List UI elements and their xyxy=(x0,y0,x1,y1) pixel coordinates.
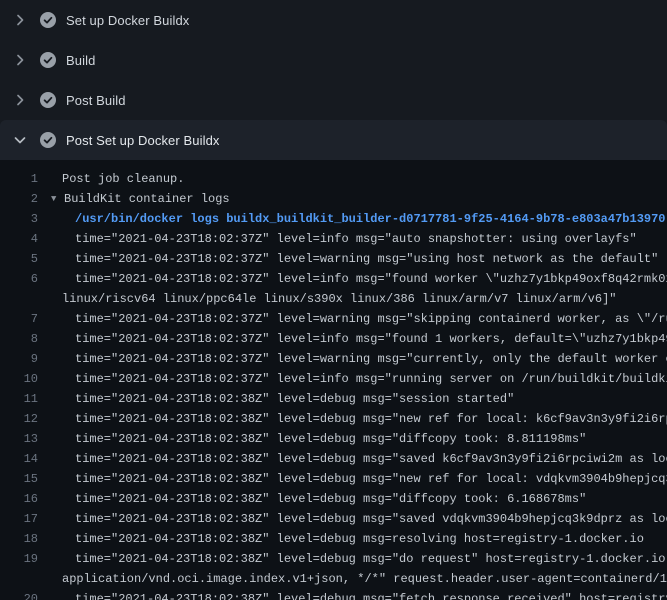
log-row: 14time="2021-04-23T18:02:38Z" level=debu… xyxy=(0,449,667,469)
chevron-down-icon[interactable] xyxy=(12,132,28,148)
log-row: 7time="2021-04-23T18:02:37Z" level=warni… xyxy=(0,309,667,329)
log-row: 4time="2021-04-23T18:02:37Z" level=info … xyxy=(0,229,667,249)
log-row: 19time="2021-04-23T18:02:38Z" level=debu… xyxy=(0,549,667,569)
step-label: Post Set up Docker Buildx xyxy=(66,133,220,148)
line-number[interactable]: 6 xyxy=(0,269,38,289)
line-number[interactable]: 8 xyxy=(0,329,38,349)
log-row: 18time="2021-04-23T18:02:38Z" level=debu… xyxy=(0,529,667,549)
log-row: 9time="2021-04-23T18:02:37Z" level=warni… xyxy=(0,349,667,369)
line-number[interactable]: 3 xyxy=(0,209,38,229)
line-number[interactable]: 2 xyxy=(0,189,38,209)
chevron-right-icon[interactable] xyxy=(12,52,28,68)
step-label: Set up Docker Buildx xyxy=(66,13,189,28)
log-row: 8time="2021-04-23T18:02:37Z" level=info … xyxy=(0,329,667,349)
log-row: 3/usr/bin/docker logs buildx_buildkit_bu… xyxy=(0,209,667,229)
step-row-post-set-up-docker-buildx[interactable]: Post Set up Docker Buildx xyxy=(0,120,667,160)
log-text: application/vnd.oci.image.index.v1+json,… xyxy=(38,569,667,589)
group-toggle-icon[interactable]: ▼ xyxy=(51,189,60,209)
log-text: time="2021-04-23T18:02:38Z" level=debug … xyxy=(38,509,667,529)
line-number[interactable]: 4 xyxy=(0,229,38,249)
line-number[interactable]: 1 xyxy=(0,169,38,189)
line-number[interactable]: 15 xyxy=(0,469,38,489)
log-panel: 1Post job cleanup.2 ▼ BuildKit container l… xyxy=(0,160,667,600)
step-list: Set up Docker Buildx Build Post Build Post … xyxy=(0,0,667,160)
line-number[interactable]: 5 xyxy=(0,249,38,269)
log-text: time="2021-04-23T18:02:38Z" level=debug … xyxy=(38,389,514,409)
step-row-build[interactable]: Build xyxy=(0,40,667,80)
log-text: time="2021-04-23T18:02:38Z" level=debug … xyxy=(38,529,644,549)
log-text: time="2021-04-23T18:02:38Z" level=debug … xyxy=(38,409,667,429)
line-number[interactable]: 17 xyxy=(0,509,38,529)
log-row: 1Post job cleanup. xyxy=(0,169,667,189)
check-circle-icon xyxy=(40,92,56,108)
line-number xyxy=(0,569,38,589)
log-text: time="2021-04-23T18:02:37Z" level=warnin… xyxy=(38,249,658,269)
line-number[interactable]: 12 xyxy=(0,409,38,429)
log-text: time="2021-04-23T18:02:38Z" level=debug … xyxy=(38,549,667,569)
log-text: ▼ BuildKit container logs xyxy=(38,189,230,209)
line-number[interactable]: 7 xyxy=(0,309,38,329)
log-text: time="2021-04-23T18:02:38Z" level=debug … xyxy=(38,449,667,469)
log-text: time="2021-04-23T18:02:38Z" level=debug … xyxy=(38,469,667,489)
log-row: 5time="2021-04-23T18:02:37Z" level=warni… xyxy=(0,249,667,269)
step-label: Build xyxy=(66,53,95,68)
line-number[interactable]: 10 xyxy=(0,369,38,389)
line-number[interactable]: 20 xyxy=(0,589,38,600)
chevron-right-icon[interactable] xyxy=(12,12,28,28)
log-text: Post job cleanup. xyxy=(38,169,184,189)
log-text: time="2021-04-23T18:02:37Z" level=info m… xyxy=(38,369,667,389)
line-number[interactable]: 9 xyxy=(0,349,38,369)
log-row: 17time="2021-04-23T18:02:38Z" level=debu… xyxy=(0,509,667,529)
log-text: time="2021-04-23T18:02:37Z" level=warnin… xyxy=(38,309,667,329)
check-circle-icon xyxy=(40,12,56,28)
log-text: time="2021-04-23T18:02:38Z" level=debug … xyxy=(38,589,667,600)
log-row: 2 ▼ BuildKit container logs xyxy=(0,189,667,209)
log-row: linux/riscv64 linux/ppc64le linux/s390x … xyxy=(0,289,667,309)
chevron-right-icon[interactable] xyxy=(12,92,28,108)
log-text: time="2021-04-23T18:02:37Z" level=info m… xyxy=(38,269,667,289)
log-row: application/vnd.oci.image.index.v1+json,… xyxy=(0,569,667,589)
check-circle-icon xyxy=(40,132,56,148)
line-number[interactable]: 13 xyxy=(0,429,38,449)
log-text: linux/riscv64 linux/ppc64le linux/s390x … xyxy=(38,289,617,309)
line-number[interactable]: 19 xyxy=(0,549,38,569)
line-number xyxy=(0,289,38,309)
log-command-text: /usr/bin/docker logs buildx_buildkit_bui… xyxy=(38,209,666,229)
log-row: 11time="2021-04-23T18:02:38Z" level=debu… xyxy=(0,389,667,409)
log-text: time="2021-04-23T18:02:37Z" level=warnin… xyxy=(38,349,667,369)
line-number[interactable]: 18 xyxy=(0,529,38,549)
log-row: 6time="2021-04-23T18:02:37Z" level=info … xyxy=(0,269,667,289)
line-number[interactable]: 16 xyxy=(0,489,38,509)
line-number[interactable]: 11 xyxy=(0,389,38,409)
log-row: 10time="2021-04-23T18:02:37Z" level=info… xyxy=(0,369,667,389)
log-row: 20time="2021-04-23T18:02:38Z" level=debu… xyxy=(0,589,667,600)
log-row: 13time="2021-04-23T18:02:38Z" level=debu… xyxy=(0,429,667,449)
log-text: time="2021-04-23T18:02:37Z" level=info m… xyxy=(38,229,637,249)
line-number[interactable]: 14 xyxy=(0,449,38,469)
log-row: 16time="2021-04-23T18:02:38Z" level=debu… xyxy=(0,489,667,509)
log-text: time="2021-04-23T18:02:38Z" level=debug … xyxy=(38,429,586,449)
log-text: time="2021-04-23T18:02:38Z" level=debug … xyxy=(38,489,586,509)
check-circle-icon xyxy=(40,52,56,68)
step-row-set-up-docker-buildx[interactable]: Set up Docker Buildx xyxy=(0,0,667,40)
group-title: BuildKit container logs xyxy=(64,192,230,206)
log-row: 15time="2021-04-23T18:02:38Z" level=debu… xyxy=(0,469,667,489)
step-label: Post Build xyxy=(66,93,126,108)
log-text: time="2021-04-23T18:02:37Z" level=info m… xyxy=(38,329,667,349)
log-row: 12time="2021-04-23T18:02:38Z" level=debu… xyxy=(0,409,667,429)
step-row-post-build[interactable]: Post Build xyxy=(0,80,667,120)
